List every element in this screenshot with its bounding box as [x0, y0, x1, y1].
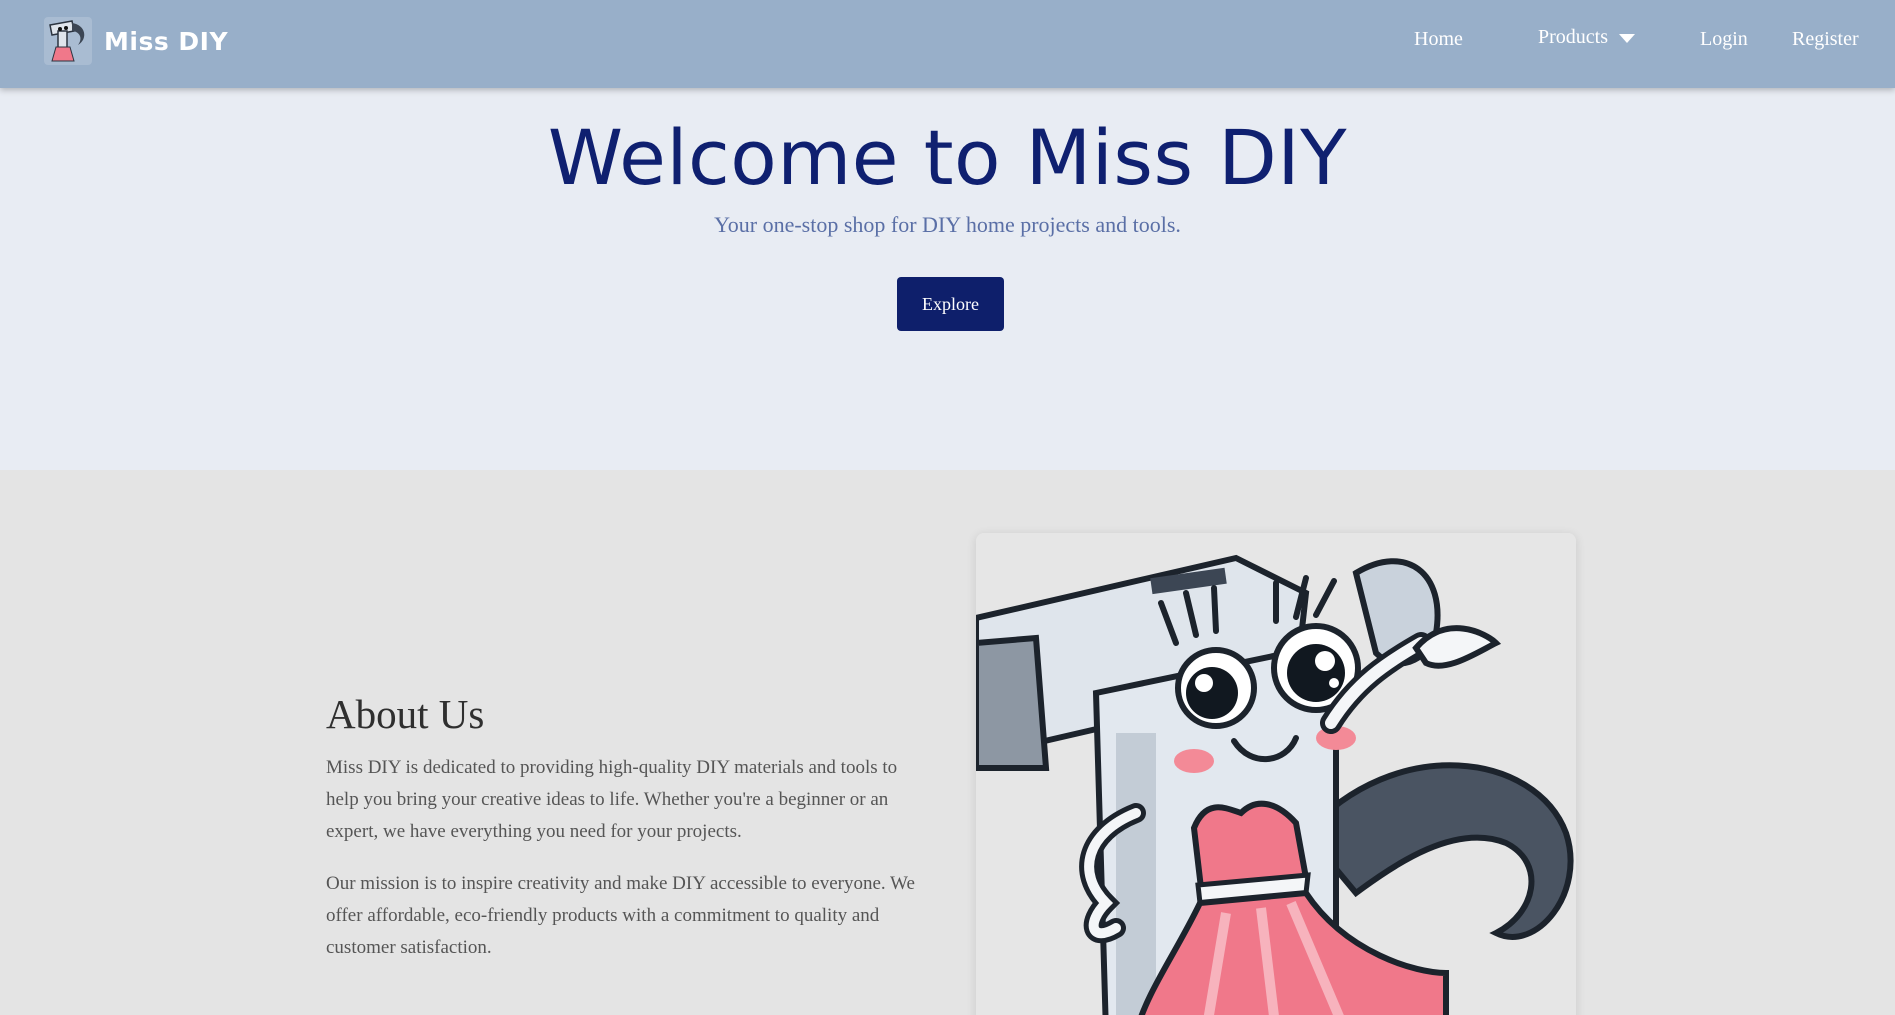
nav-login-link[interactable]: Login: [1700, 28, 1748, 51]
hammer-mascot-logo-icon: [44, 17, 92, 65]
brand-link[interactable]: Miss DIY: [42, 15, 228, 67]
about-image-card: [976, 533, 1576, 1015]
nav-register-link[interactable]: Register: [1792, 28, 1859, 51]
about-title: About Us: [326, 691, 485, 737]
brand-name: Miss DIY: [104, 26, 229, 56]
navbar: Miss DIY Home Products Login Register: [0, 0, 1895, 88]
hero-title: Welcome to Miss DIY: [547, 113, 1348, 202]
about-paragraph-2: Our mission is to inspire creativity and…: [326, 873, 915, 958]
hero-section: Welcome to Miss DIY Your one-stop shop f…: [0, 88, 1895, 470]
about-paragraph-1: Miss DIY is dedicated to providing high-…: [326, 757, 898, 842]
hammer-mascot-illustration-icon: [976, 533, 1576, 1015]
explore-button[interactable]: Explore: [897, 277, 1004, 331]
hero-subtitle: Your one-stop shop for DIY home projects…: [714, 212, 1181, 237]
about-section: About Us Miss DIY is dedicated to provid…: [0, 470, 1895, 1015]
caret-down-icon: [1619, 33, 1635, 43]
nav-products-dropdown[interactable]: Products: [1538, 26, 1635, 49]
nav-home-link[interactable]: Home: [1414, 28, 1463, 51]
about-text: About Us Miss DIY is dedicated to provid…: [326, 690, 926, 964]
nav-products-label: Products: [1538, 26, 1608, 48]
